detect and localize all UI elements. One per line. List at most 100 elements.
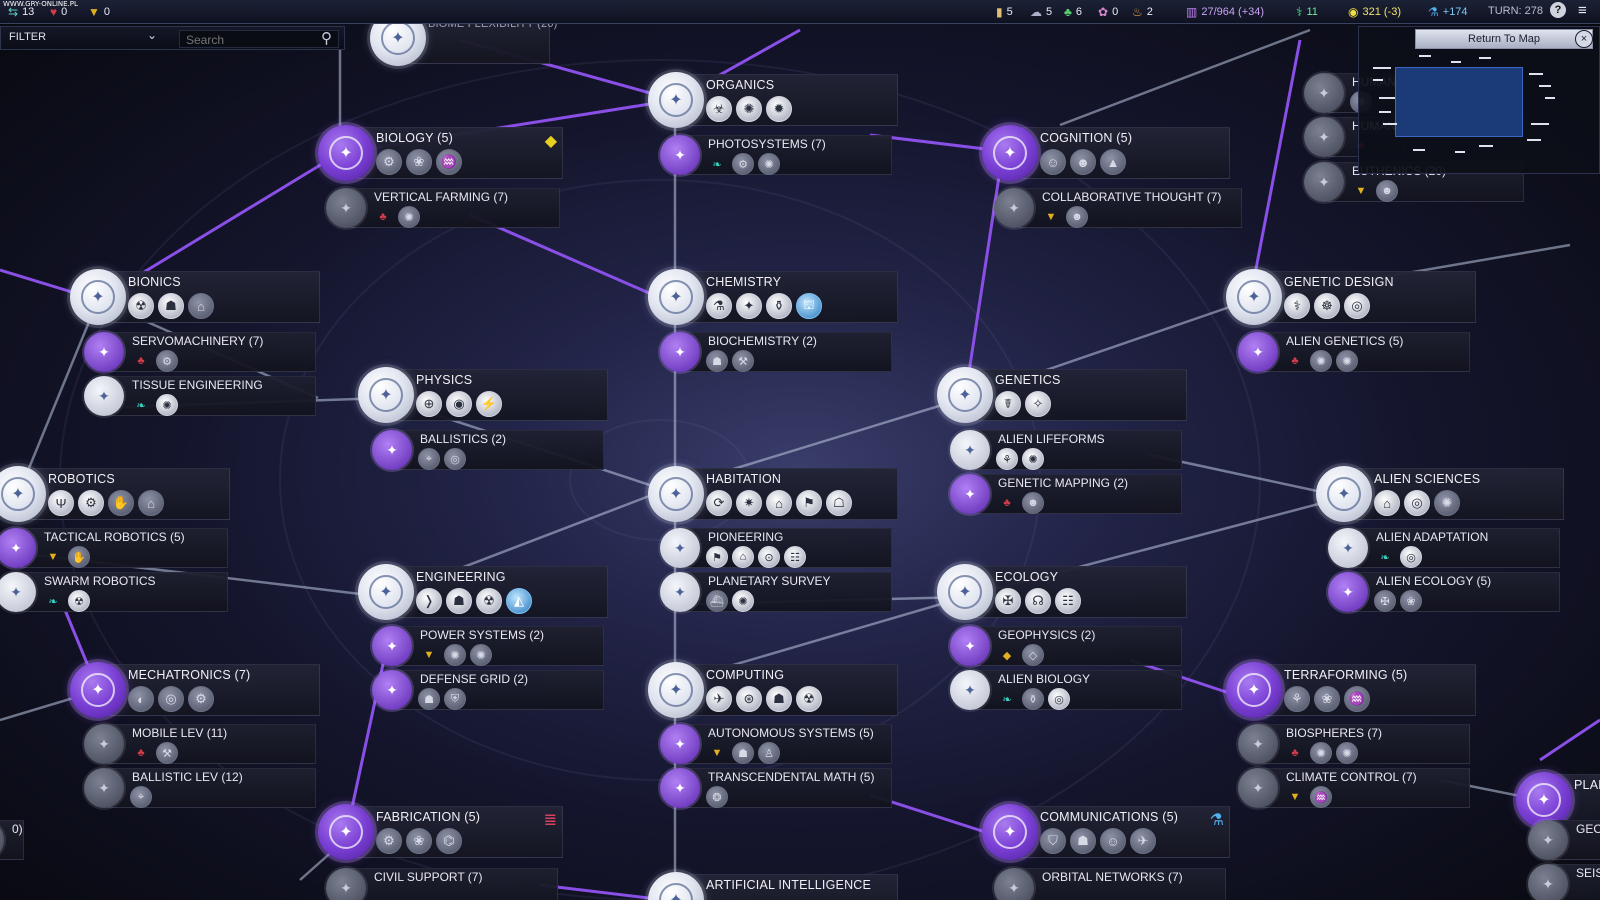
unlock-icon[interactable]: ❀ <box>406 828 432 854</box>
unlock-icon[interactable]: ⛨ <box>444 688 466 710</box>
tech-icon[interactable]: ✦ <box>70 269 126 325</box>
leaf-tech-icon[interactable]: ✦ <box>660 332 700 372</box>
tech-node-cognition[interactable]: ✦ COGNITION (5) ☺ ☻ ▲ <box>982 125 1230 181</box>
leaf-tech-planetary-survey[interactable]: ✦ PLANETARY SURVEY ⛴ ✺ <box>660 570 892 614</box>
unlock-icon[interactable]: ♒ <box>1344 686 1370 712</box>
leaf-tech-swarm-robotics[interactable]: ✦ SWARM ROBOTICS ❧ ☢ <box>0 570 228 614</box>
leaf-tech-pioneering[interactable]: ✦ PIONEERING ⚑ ⌂ ⊙ ☷ <box>660 526 892 570</box>
leaf-tech-orbital-networks[interactable]: ✦ ORBITAL NETWORKS (7) <box>994 866 1226 900</box>
leaf-tech-icon[interactable]: ✦ <box>1304 73 1344 113</box>
leaf-tech-photosystems[interactable]: ✦ PHOTOSYSTEMS (7) ❧ ⚙ ✺ <box>660 133 892 177</box>
unlock-icon[interactable]: ⌂ <box>732 546 754 568</box>
leaf-tech-icon[interactable]: ✦ <box>1528 864 1568 900</box>
leaf-tech-0[interactable]: ✦0) <box>0 818 24 862</box>
unlock-icon[interactable]: ◎ <box>444 448 466 470</box>
return-to-map-button[interactable]: Return To Map <box>1415 29 1593 49</box>
tech-icon[interactable]: ✦ <box>937 564 993 620</box>
unlock-icon[interactable]: ☗ <box>766 686 792 712</box>
unlock-icon[interactable]: ❧ <box>706 153 728 175</box>
unlock-icon[interactable]: ❧ <box>130 394 152 416</box>
unlock-icon[interactable]: ✋ <box>68 546 90 568</box>
unlock-icon[interactable]: ☻ <box>1376 180 1398 202</box>
close-icon[interactable]: × <box>1575 30 1593 48</box>
tech-node-bionics[interactable]: ✦ BIONICS ☢ ☗ ⌂ <box>70 269 320 325</box>
minimap[interactable]: Return To Map × <box>1358 26 1600 174</box>
unlock-icon[interactable]: ✋ <box>108 490 134 516</box>
health-pulse-counter[interactable]: ⚕ 11 <box>1296 5 1318 19</box>
unlock-icon[interactable]: ❧ <box>42 590 64 612</box>
tech-icon[interactable]: ✦ <box>648 269 704 325</box>
leaf-tech-alien-genetics[interactable]: ✦ ALIEN GENETICS (5) ♣ ✺ ✺ <box>1238 330 1470 374</box>
resource-floatstone[interactable]: ☁ 5 <box>1030 5 1052 19</box>
unlock-icon[interactable]: ❭ <box>416 588 442 614</box>
unlock-icon[interactable]: ♣ <box>372 206 394 228</box>
unlock-icon[interactable]: ☻ <box>1066 206 1088 228</box>
unlock-icon[interactable]: ▼ <box>706 742 728 764</box>
unlock-icon[interactable]: ◉ <box>446 391 472 417</box>
leaf-tech-biospheres[interactable]: ✦ BIOSPHERES (7) ♣ ✺ ✺ <box>1238 722 1470 766</box>
unlock-icon[interactable]: ⌂ <box>138 490 164 516</box>
tech-node-artificial-intelligence[interactable]: ✦ ARTIFICIAL INTELLIGENCE <box>648 872 898 900</box>
unlock-icon[interactable]: ✧ <box>1025 391 1051 417</box>
unlock-icon[interactable]: ✺ <box>736 96 762 122</box>
unlock-icon[interactable]: ❧ <box>1374 546 1396 568</box>
culture-counter[interactable]: ▥ 27/964 (+34) <box>1186 5 1264 19</box>
unlock-icon[interactable]: ☗ <box>158 293 184 319</box>
unlock-icon[interactable]: ✈ <box>1130 828 1156 854</box>
tech-icon[interactable]: ✦ <box>318 804 374 860</box>
unlock-icon[interactable]: ☢ <box>476 588 502 614</box>
tech-icon[interactable]: ✦ <box>937 367 993 423</box>
unlock-icon[interactable]: ☢ <box>796 686 822 712</box>
leaf-tech-climate-control[interactable]: ✦ CLIMATE CONTROL (7) ▼ ♒ <box>1238 766 1470 810</box>
leaf-tech-icon[interactable]: ✦ <box>1304 162 1344 202</box>
leaf-tech-servomachinery[interactable]: ✦ SERVOMACHINERY (7) ♣ ⚙ <box>84 330 316 374</box>
unlock-icon[interactable]: ♙ <box>758 742 780 764</box>
unlock-icon[interactable]: ⚡ <box>476 391 502 417</box>
energy-counter[interactable]: ◉ 321 (-3) <box>1348 5 1401 19</box>
unlock-icon[interactable]: ⌂ <box>1374 490 1400 516</box>
leaf-tech-icon[interactable]: ✦ <box>1238 724 1278 764</box>
unlock-icon[interactable]: ✺ <box>444 644 466 666</box>
unlock-icon[interactable]: ✈ <box>706 686 732 712</box>
tech-node-alien-sciences[interactable]: ✦ ALIEN SCIENCES ⌂ ◎ ✺ <box>1316 466 1564 522</box>
unlock-icon[interactable]: ⚕ <box>1284 293 1310 319</box>
leaf-tech-icon[interactable]: ✦ <box>950 670 990 710</box>
unlock-icon[interactable]: ☻ <box>1070 149 1096 175</box>
tech-icon[interactable]: ✦ <box>1226 662 1282 718</box>
leaf-tech-icon[interactable]: ✦ <box>950 474 990 514</box>
unlock-icon[interactable]: ▼ <box>42 546 64 568</box>
unlock-icon[interactable]: ⚑ <box>706 546 728 568</box>
unlock-icon[interactable]: ⛴ <box>706 590 728 612</box>
unlock-icon[interactable]: ☢ <box>68 590 90 612</box>
leaf-tech-tissue-engineering[interactable]: ✦ TISSUE ENGINEERING ❧ ✺ <box>84 374 316 418</box>
leaf-tech-icon[interactable]: ✦ <box>1328 572 1368 612</box>
unlock-icon[interactable]: ◎ <box>1344 293 1370 319</box>
leaf-tech-icon[interactable]: ✦ <box>84 332 124 372</box>
leaf-tech-collaborative-thought[interactable]: ✦ COLLABORATIVE THOUGHT (7) ▼ ☻ <box>994 186 1242 230</box>
leaf-tech-transcendental-math[interactable]: ✦ TRANSCENDENTAL MATH (5) ❂ <box>660 766 892 810</box>
unlock-icon[interactable]: ⌂ <box>188 293 214 319</box>
leaf-tech-icon[interactable]: ✦ <box>660 768 700 808</box>
unlock-icon[interactable]: ✹ <box>766 96 792 122</box>
unlock-icon[interactable]: ☊ <box>1025 588 1051 614</box>
leaf-tech-icon[interactable]: ✦ <box>1328 528 1368 568</box>
unlock-icon[interactable]: ▼ <box>1350 180 1372 202</box>
unlock-icon[interactable]: ☺ <box>1040 149 1066 175</box>
minimap-viewport[interactable] <box>1395 67 1523 137</box>
leaf-tech-icon[interactable]: ✦ <box>994 188 1034 228</box>
unlock-icon[interactable]: ◭ <box>506 588 532 614</box>
unlock-icon[interactable]: ✺ <box>1310 350 1332 372</box>
tech-icon[interactable]: ✦ <box>358 367 414 423</box>
unlock-icon[interactable]: ⚒ <box>156 742 178 764</box>
leaf-tech-alien-ecology[interactable]: ✦ ALIEN ECOLOGY (5) ✠ ❀ <box>1328 570 1560 614</box>
leaf-tech-ballistic-lev[interactable]: ✦ BALLISTIC LEV (12) ⌖ <box>84 766 316 810</box>
leaf-tech-icon[interactable]: ✦ <box>950 430 990 470</box>
unlock-icon[interactable]: ◎ <box>1404 490 1430 516</box>
unlock-icon[interactable]: ♣ <box>1284 742 1306 764</box>
resource-xenomass[interactable]: ♣ 6 <box>1064 5 1082 19</box>
tech-node-genetics[interactable]: ✦ GENETICS ☤ ✧ <box>937 367 1187 423</box>
unlock-icon[interactable]: ▼ <box>418 644 440 666</box>
unlock-icon[interactable]: ✺ <box>1434 490 1460 516</box>
leaf-tech-seis[interactable]: ✦ SEIS <box>1528 862 1600 900</box>
leaf-tech-power-systems[interactable]: ✦ POWER SYSTEMS (2) ▼ ✺ ✺ <box>372 624 604 668</box>
